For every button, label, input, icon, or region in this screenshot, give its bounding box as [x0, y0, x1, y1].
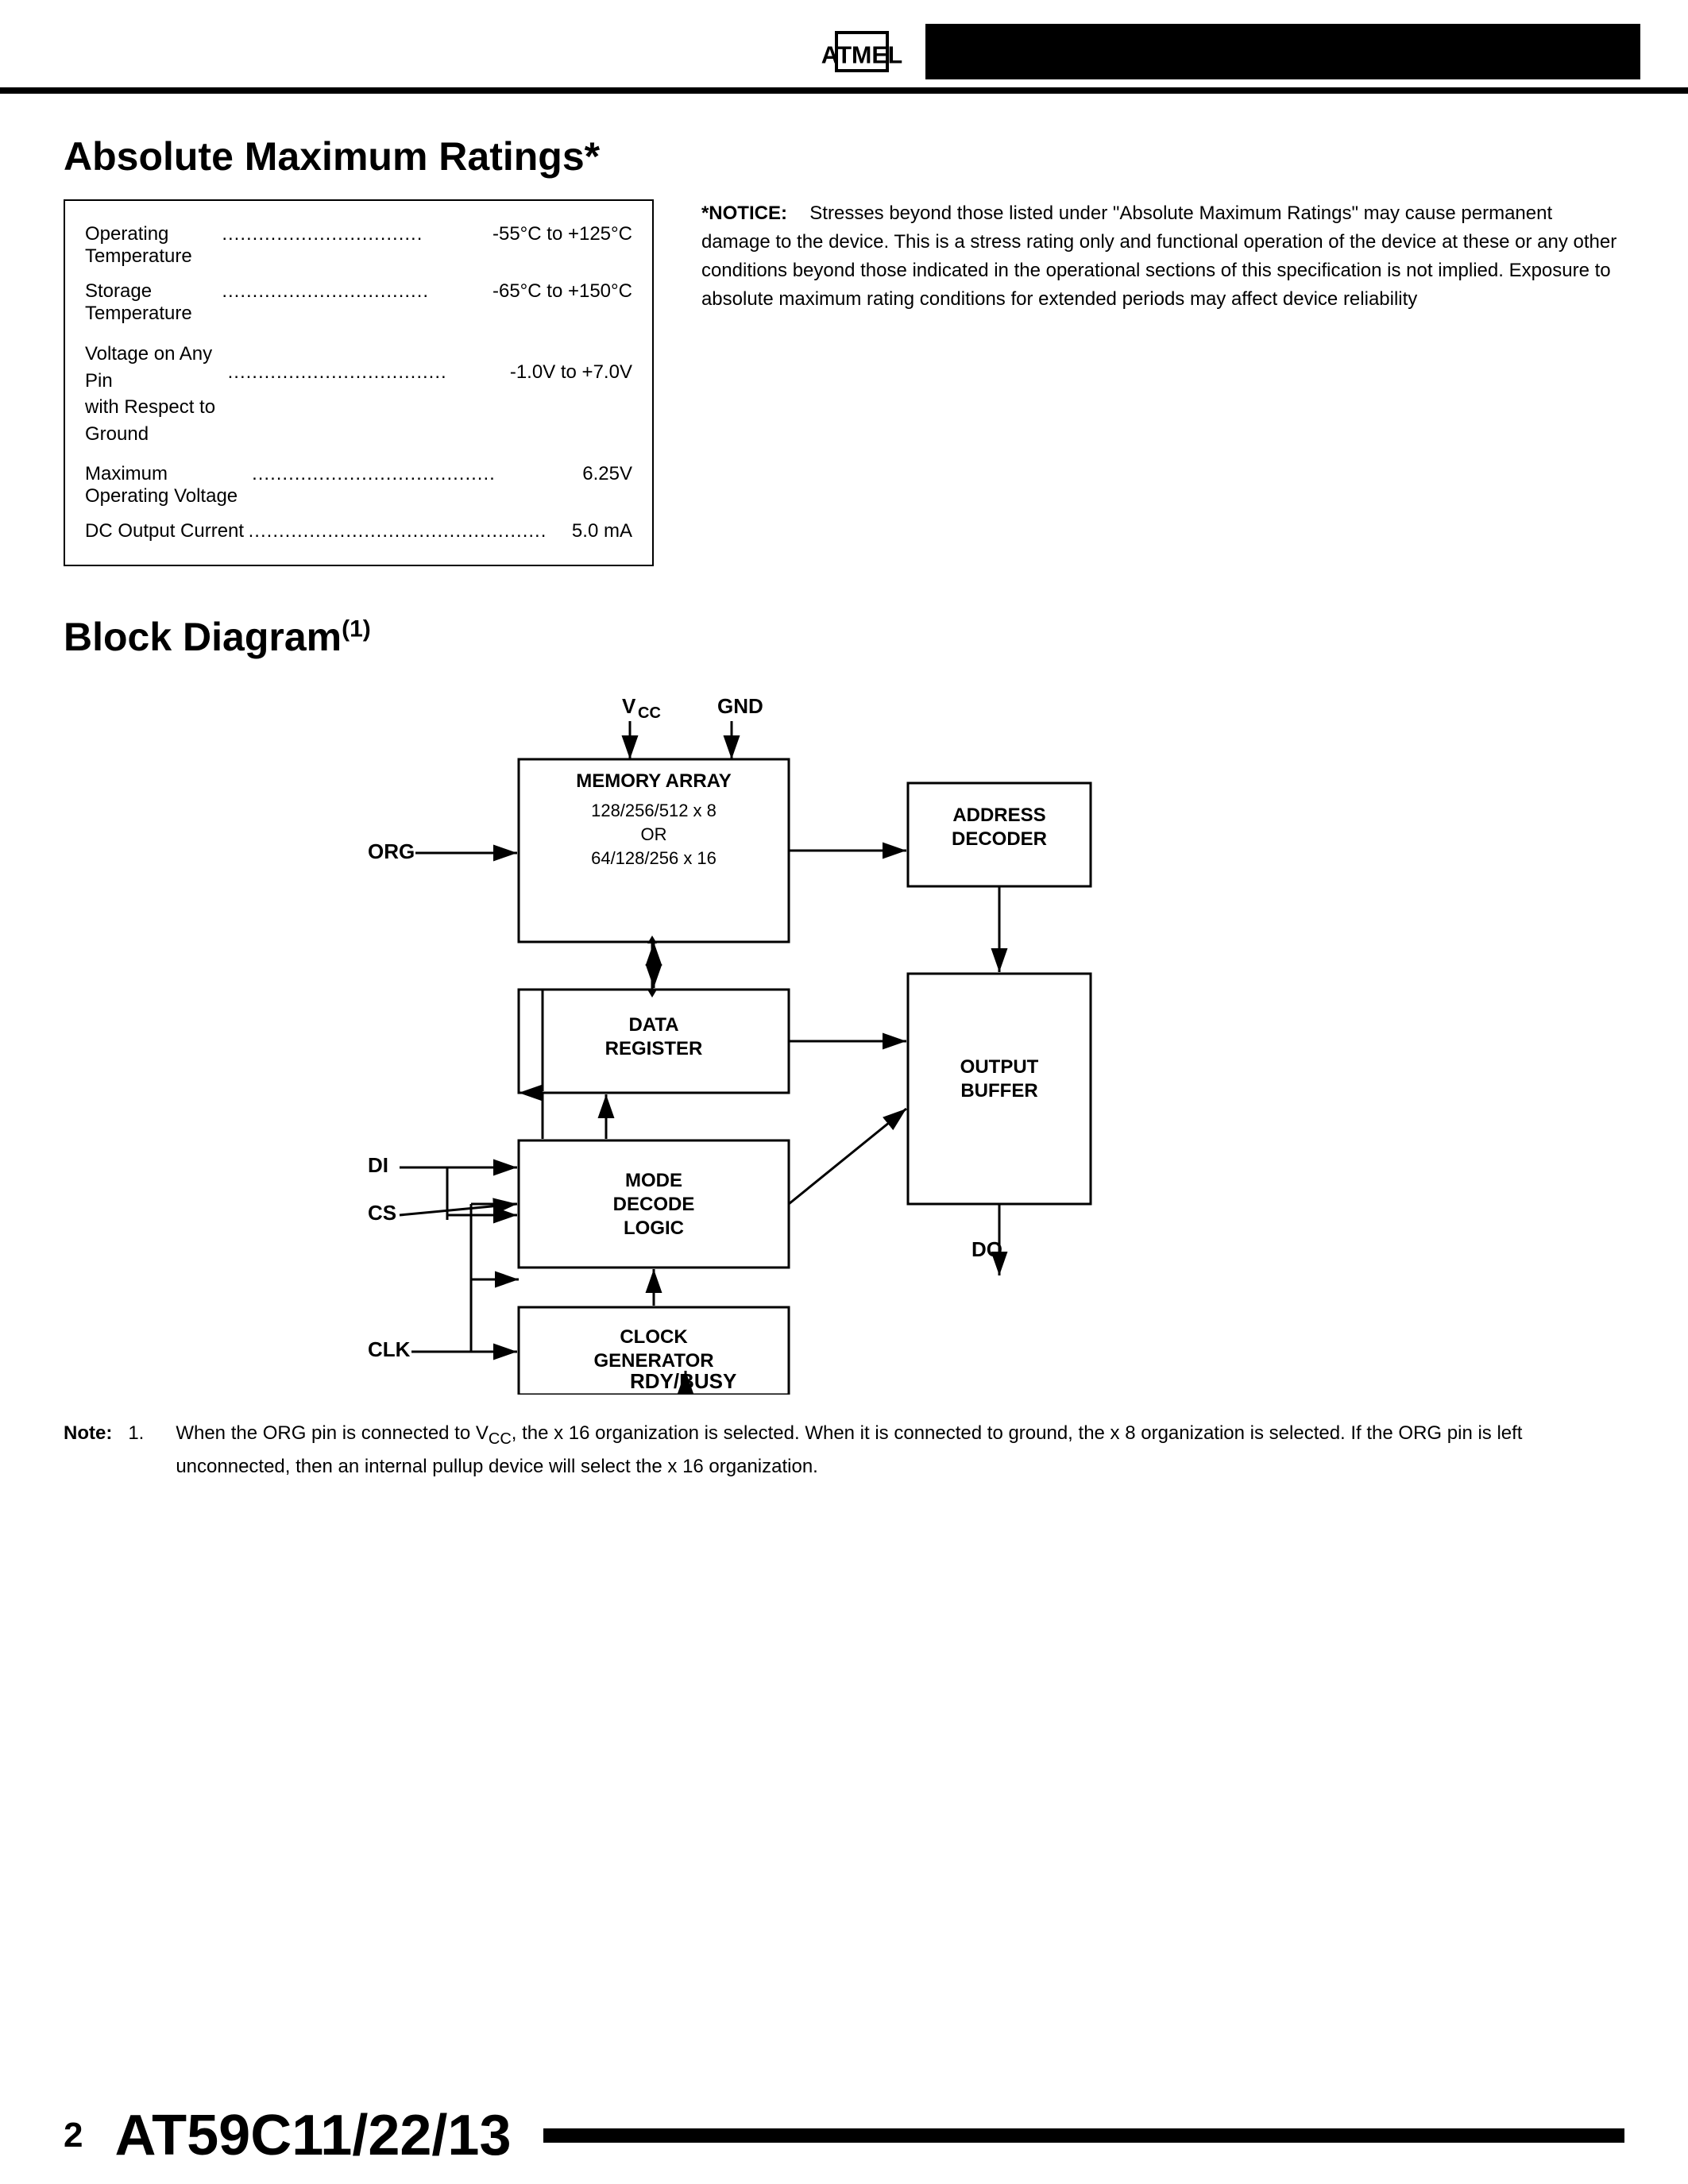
- cs-label: CS: [368, 1201, 396, 1225]
- memory-array-label: MEMORY ARRAY: [576, 770, 732, 792]
- memory-sizes2-label: 64/128/256 x 16: [591, 848, 717, 868]
- vcc-sub-label: CC: [638, 704, 661, 722]
- ratings-row-2: Storage Temperature ....................…: [85, 274, 632, 331]
- vcc-label: V: [622, 694, 636, 718]
- address-decoder-label1: ADDRESS: [952, 805, 1045, 826]
- ratings-row-5: DC Output Current ......................…: [85, 514, 632, 549]
- mode-decode-label2: DECODE: [612, 1194, 694, 1215]
- notice-text: Stresses beyond those listed under "Abso…: [701, 203, 1617, 310]
- ratings-row-3: Voltage on Any Pinwith Respect to Ground…: [85, 331, 632, 457]
- output-buffer-label1: OUTPUT: [960, 1056, 1038, 1078]
- page-header: ATMEL: [0, 0, 1688, 94]
- clock-gen-label1: CLOCK: [620, 1326, 688, 1348]
- clock-gen-label2: GENERATOR: [593, 1350, 713, 1372]
- address-decoder-label2: DECODER: [951, 828, 1046, 850]
- mode-decode-label1: MODE: [625, 1170, 682, 1191]
- ratings-title: Absolute Maximum Ratings*: [64, 133, 1624, 179]
- footer-title: AT59C11/22/13: [114, 2103, 511, 2168]
- mode-decode-label3: LOGIC: [624, 1217, 684, 1239]
- data-register-label2: REGISTER: [605, 1038, 702, 1059]
- di-label: DI: [368, 1153, 388, 1177]
- clk-label: CLK: [368, 1337, 411, 1361]
- ratings-section: Absolute Maximum Ratings* Operating Temp…: [64, 133, 1624, 566]
- ratings-row-1: Operating Temperature ..................…: [85, 217, 632, 274]
- page-footer: 2 AT59C11/22/13: [0, 2087, 1688, 2184]
- header-black-bar: [925, 24, 1640, 79]
- note-text: When the ORG pin is connected to VCC, th…: [176, 1418, 1624, 1481]
- block-diagram-section: Block Diagram(1): [64, 614, 1624, 1481]
- page-number: 2: [64, 2116, 83, 2155]
- output-buffer-label2: BUFFER: [960, 1080, 1037, 1102]
- memory-sizes-label: 128/256/512 x 8: [591, 801, 717, 820]
- block-diagram-title: Block Diagram(1): [64, 614, 1624, 660]
- notice-label: *NOTICE:: [701, 203, 798, 224]
- ratings-layout: Operating Temperature ..................…: [64, 199, 1624, 566]
- logo-area: ATMEL: [798, 24, 925, 79]
- org-label: ORG: [368, 839, 415, 863]
- ratings-row-4: Maximum Operating Voltage ..............…: [85, 457, 632, 514]
- main-content: Absolute Maximum Ratings* Operating Temp…: [0, 94, 1688, 1569]
- note-label: Note:: [64, 1418, 112, 1481]
- note-section: Note: 1. When the ORG pin is connected t…: [64, 1418, 1624, 1481]
- block-diagram-svg: V CC GND MEMORY ARRAY 128/256/512 x 8 OR…: [209, 680, 1480, 1395]
- note-number: 1.: [128, 1418, 160, 1481]
- ratings-table: Operating Temperature ..................…: [64, 199, 654, 566]
- svg-text:ATMEL: ATMEL: [821, 41, 902, 68]
- data-register-label1: DATA: [628, 1014, 678, 1036]
- ratings-notice: *NOTICE: Stresses beyond those listed un…: [701, 199, 1624, 314]
- diagram-container: V CC GND MEMORY ARRAY 128/256/512 x 8 OR…: [64, 680, 1624, 1395]
- memory-or-label: OR: [640, 824, 666, 844]
- gnd-label: GND: [717, 694, 763, 718]
- rdy-busy-label: RDY/BUSY: [630, 1369, 736, 1393]
- do-label: DO: [971, 1237, 1002, 1261]
- footer-bar: [543, 2128, 1625, 2143]
- atmel-logo-icon: ATMEL: [798, 24, 925, 79]
